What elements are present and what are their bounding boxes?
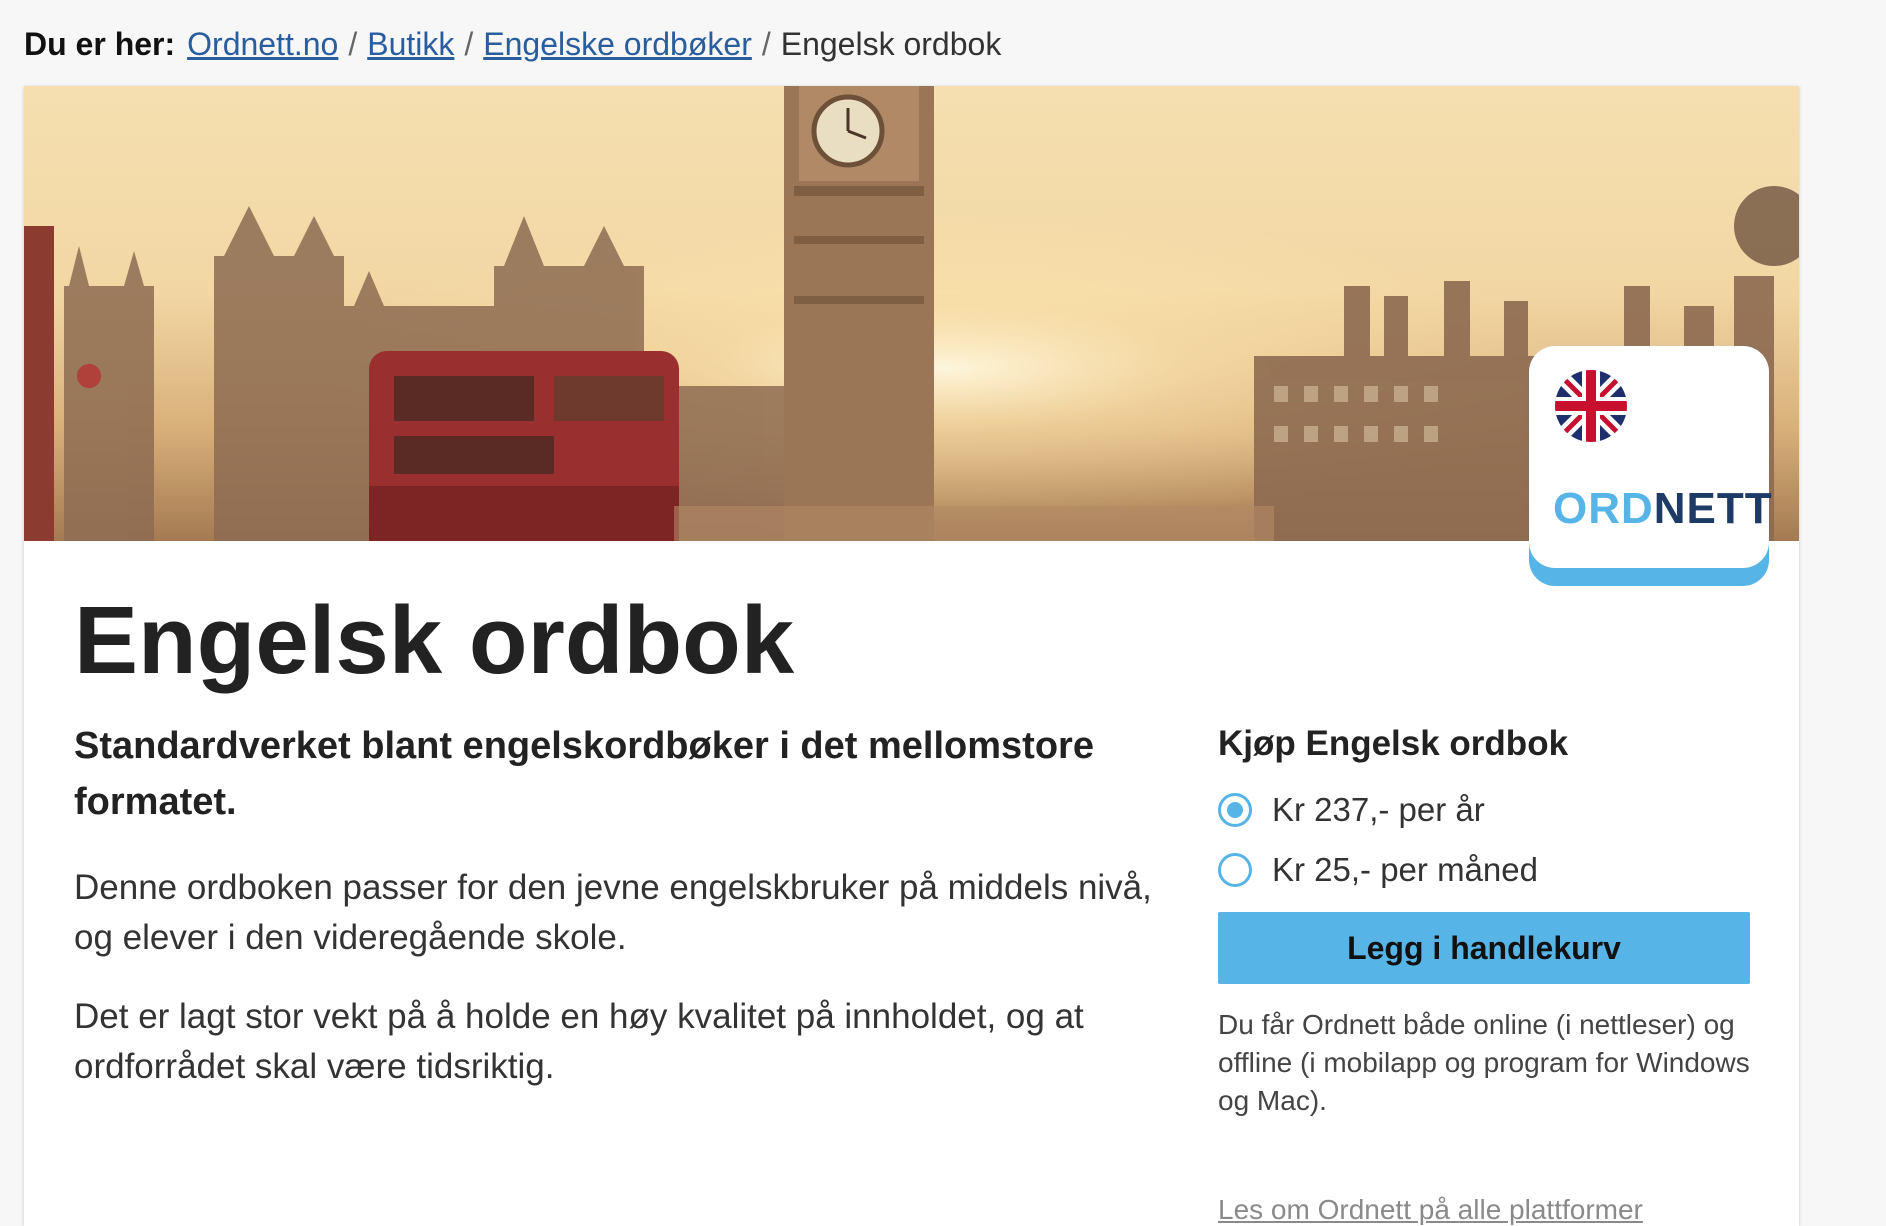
breadcrumb-link-butikk[interactable]: Butikk [367,26,454,63]
breadcrumb-link-engelske-ordboker[interactable]: Engelske ordbøker [483,26,752,63]
breadcrumb-separator: / [464,25,474,62]
breadcrumb-link-ordnett[interactable]: Ordnett.no [187,26,338,63]
product-description-2: Det er lagt stor vekt på å holde en høy … [74,997,1084,1086]
ordnett-badge: ORDNETT [1529,346,1772,586]
ordnett-logo-part1: ORD [1553,484,1654,533]
breadcrumb-current: Engelsk ordbok [780,25,1002,62]
price-option-yearly-label: Kr 237,- per år [1272,791,1485,828]
price-option-yearly[interactable]: Kr 237,- per år [1218,788,1485,832]
price-option-monthly-label: Kr 25,- per måned [1272,851,1538,888]
breadcrumb: Du er her: Ordnett.no / Butikk / Engelsk… [24,22,1001,66]
ordnett-logo-part2: NETT [1653,484,1773,533]
radio-monthly[interactable] [1218,853,1252,887]
platform-info: Du får Ordnett både online (i nettleser)… [1218,1009,1750,1116]
uk-flag-icon [1555,370,1627,442]
purchase-title: Kjøp Engelsk ordbok [1218,724,1569,763]
platforms-link[interactable]: Les om Ordnett på alle plattformer [1218,1194,1643,1226]
page-title: Engelsk ordbok [74,587,795,694]
breadcrumb-lead: Du er her: [24,25,176,62]
ordnett-logo: ORDNETT [1553,484,1773,534]
radio-yearly[interactable] [1218,793,1252,827]
product-description-1: Denne ordboken passer for den jevne enge… [74,868,1152,957]
ordnett-badge-card: ORDNETT [1529,346,1772,568]
price-option-monthly[interactable]: Kr 25,- per måned [1218,848,1538,892]
add-to-cart-button[interactable]: Legg i handlekurv [1218,912,1750,984]
breadcrumb-separator: / [761,25,771,62]
product-lead: Standardverket blant engelskordbøker i d… [74,725,1094,823]
breadcrumb-separator: / [348,25,358,62]
product-card: ORDNETT Engelsk ordbok Standardverket bl… [24,86,1799,1226]
